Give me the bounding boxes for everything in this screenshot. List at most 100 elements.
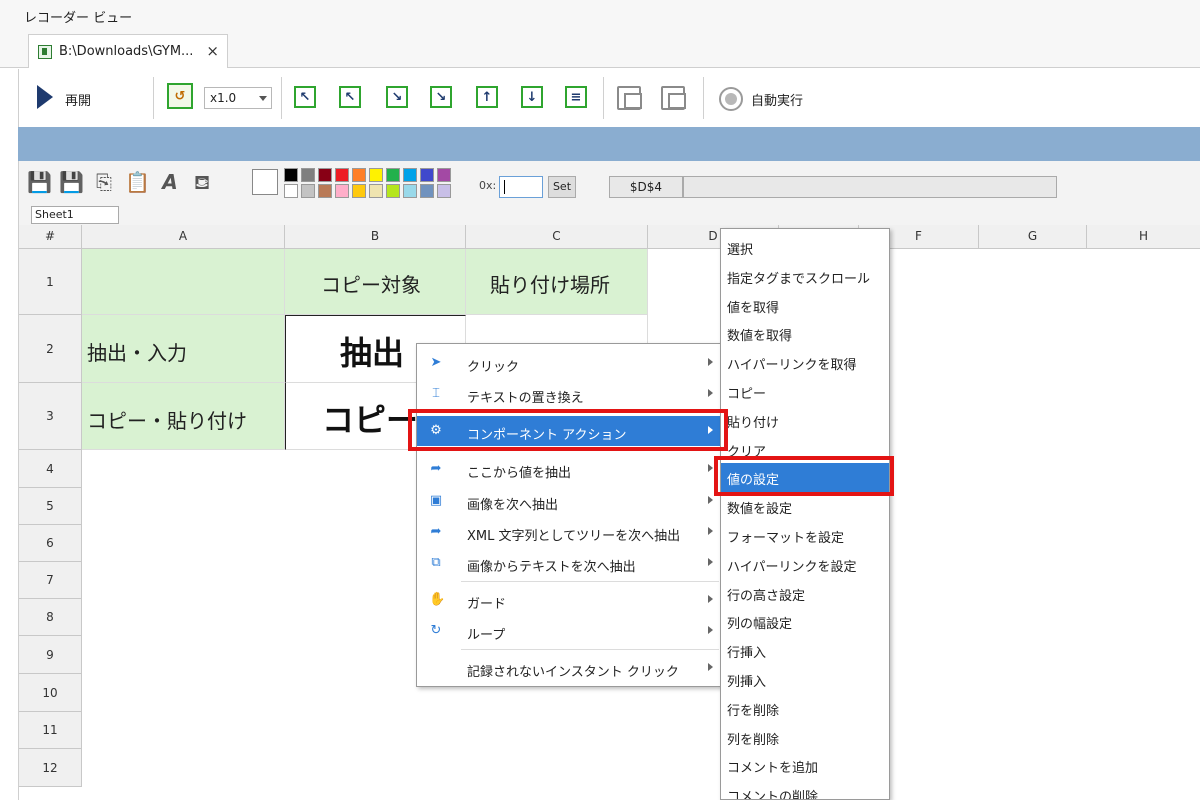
palette-swatch[interactable]: [301, 168, 315, 182]
row-header-9[interactable]: 9: [19, 636, 82, 674]
palette-swatch[interactable]: [386, 168, 400, 182]
cell-reference-box[interactable]: $D$4: [609, 176, 683, 198]
menu-item-loop[interactable]: ↻ ループ: [417, 616, 721, 646]
move-down-right-icon[interactable]: ↘: [386, 86, 408, 108]
palette-swatch[interactable]: [301, 184, 315, 198]
submenu-item[interactable]: 選択: [721, 233, 889, 262]
palette-swatch[interactable]: [284, 168, 298, 182]
auto-run-radio[interactable]: [719, 87, 743, 111]
close-tab-icon[interactable]: ×: [206, 42, 219, 60]
palette-swatch[interactable]: [352, 184, 366, 198]
submenu-item[interactable]: コメントを追加: [721, 751, 889, 780]
row-header-8[interactable]: 8: [19, 599, 82, 636]
row-header-2[interactable]: 2: [19, 315, 82, 383]
submenu-item[interactable]: フォーマットを設定: [721, 521, 889, 550]
menu-item-extract-image[interactable]: ▣ 画像を次へ抽出: [417, 486, 721, 516]
offset-input[interactable]: [499, 176, 543, 198]
column-header-a[interactable]: A: [82, 225, 285, 249]
menu-item-replace-text[interactable]: ⌶ テキストの置き換え: [417, 379, 721, 409]
palette-swatch[interactable]: [335, 168, 349, 182]
cell-a2[interactable]: 抽出・入力: [82, 315, 285, 383]
submenu-item[interactable]: 列挿入: [721, 665, 889, 694]
window-select-icon[interactable]: [617, 86, 642, 110]
cell-a3[interactable]: コピー・貼り付け: [82, 383, 285, 450]
resume-button-label[interactable]: 再開: [65, 90, 91, 109]
palette-swatch[interactable]: [352, 168, 366, 182]
menu-item-guard[interactable]: ✋ ガード: [417, 585, 721, 615]
save-as-icon[interactable]: 💾: [59, 169, 84, 195]
column-header-b[interactable]: B: [285, 225, 466, 249]
fill-bucket-icon[interactable]: ⛾: [191, 169, 213, 195]
menu-item-click[interactable]: ➤ クリック: [417, 348, 721, 378]
submenu-item[interactable]: 列を削除: [721, 723, 889, 752]
submenu-item[interactable]: 行挿入: [721, 636, 889, 665]
refresh-target-icon[interactable]: ↺: [167, 83, 193, 109]
palette-swatch[interactable]: [386, 184, 400, 198]
palette-swatch[interactable]: [420, 184, 434, 198]
palette-swatch[interactable]: [403, 168, 417, 182]
menu-item-component-action[interactable]: ⚙ コンポーネント アクション: [417, 416, 721, 446]
move-up-left-icon[interactable]: ↖: [294, 86, 316, 108]
row-header-3[interactable]: 3: [19, 383, 82, 450]
palette-swatch[interactable]: [284, 184, 298, 198]
palette-swatch[interactable]: [369, 184, 383, 198]
submenu-item[interactable]: コメントの削除: [721, 780, 889, 799]
row-header-12[interactable]: 12: [19, 749, 82, 787]
set-button[interactable]: Set: [548, 176, 576, 198]
submenu-item[interactable]: 値を取得: [721, 291, 889, 320]
palette-swatch[interactable]: [318, 184, 332, 198]
formula-input[interactable]: [683, 176, 1057, 198]
menu-item-instant-click[interactable]: 記録されないインスタント クリック: [417, 653, 721, 683]
palette-swatch[interactable]: [403, 184, 417, 198]
menu-item-extract-xml[interactable]: ➦ XML 文字列としてツリーを次へ抽出: [417, 517, 721, 547]
move-down-right-alt-icon[interactable]: ↘: [430, 86, 452, 108]
cell-a1[interactable]: [82, 249, 285, 315]
row-header-1[interactable]: 1: [19, 249, 82, 315]
sheet-tab-sheet1[interactable]: Sheet1: [31, 206, 119, 224]
menu-item-extract-value[interactable]: ➦ ここから値を抽出: [417, 454, 721, 484]
submenu-item[interactable]: ハイパーリンクを設定: [721, 550, 889, 579]
speed-select[interactable]: x1.0: [204, 87, 272, 109]
cell-b1[interactable]: コピー対象: [285, 249, 466, 315]
submenu-item[interactable]: 数値を設定: [721, 492, 889, 521]
move-up-left-alt-icon[interactable]: ↖: [339, 86, 361, 108]
move-up-icon[interactable]: ↑: [476, 86, 498, 108]
submenu-item[interactable]: 指定タグまでスクロール: [721, 262, 889, 291]
submenu-item[interactable]: コピー: [721, 377, 889, 406]
row-header-4[interactable]: 4: [19, 450, 82, 488]
column-header-c[interactable]: C: [466, 225, 648, 249]
document-tab[interactable]: B:\Downloads\GYM... ×: [28, 34, 228, 68]
row-header-5[interactable]: 5: [19, 488, 82, 525]
palette-swatch[interactable]: [437, 168, 451, 182]
current-color-swatch[interactable]: [252, 169, 278, 195]
submenu-item[interactable]: 行を削除: [721, 694, 889, 723]
submenu-item[interactable]: 値の設定: [721, 463, 889, 493]
font-icon[interactable]: A: [159, 169, 181, 195]
save-icon[interactable]: 💾: [27, 169, 52, 195]
play-icon[interactable]: [37, 85, 53, 109]
row-header-10[interactable]: 10: [19, 674, 82, 712]
move-down-icon[interactable]: ↓: [521, 86, 543, 108]
submenu-item[interactable]: 列の幅設定: [721, 607, 889, 636]
row-header-6[interactable]: 6: [19, 525, 82, 562]
document-list-icon[interactable]: ≡: [565, 86, 587, 108]
window-switch-icon[interactable]: [661, 86, 686, 110]
submenu-item[interactable]: 行の高さ設定: [721, 579, 889, 608]
auto-run-label[interactable]: 自動実行: [751, 90, 803, 109]
row-header-11[interactable]: 11: [19, 712, 82, 749]
submenu-item[interactable]: 数値を取得: [721, 319, 889, 348]
palette-swatch[interactable]: [335, 184, 349, 198]
paste-icon[interactable]: 📋: [125, 169, 150, 195]
row-header-7[interactable]: 7: [19, 562, 82, 599]
submenu-item[interactable]: ハイパーリンクを取得: [721, 348, 889, 377]
column-header-g[interactable]: G: [979, 225, 1087, 249]
submenu-item[interactable]: クリア: [721, 435, 889, 464]
cell-c1[interactable]: 貼り付け場所: [466, 249, 648, 315]
palette-swatch[interactable]: [437, 184, 451, 198]
menu-item-extract-ocr[interactable]: ⧉ 画像からテキストを次へ抽出: [417, 548, 721, 578]
palette-swatch[interactable]: [420, 168, 434, 182]
column-header-h[interactable]: H: [1087, 225, 1200, 249]
palette-swatch[interactable]: [369, 168, 383, 182]
palette-swatch[interactable]: [318, 168, 332, 182]
copy-icon[interactable]: ⎘: [93, 169, 115, 195]
